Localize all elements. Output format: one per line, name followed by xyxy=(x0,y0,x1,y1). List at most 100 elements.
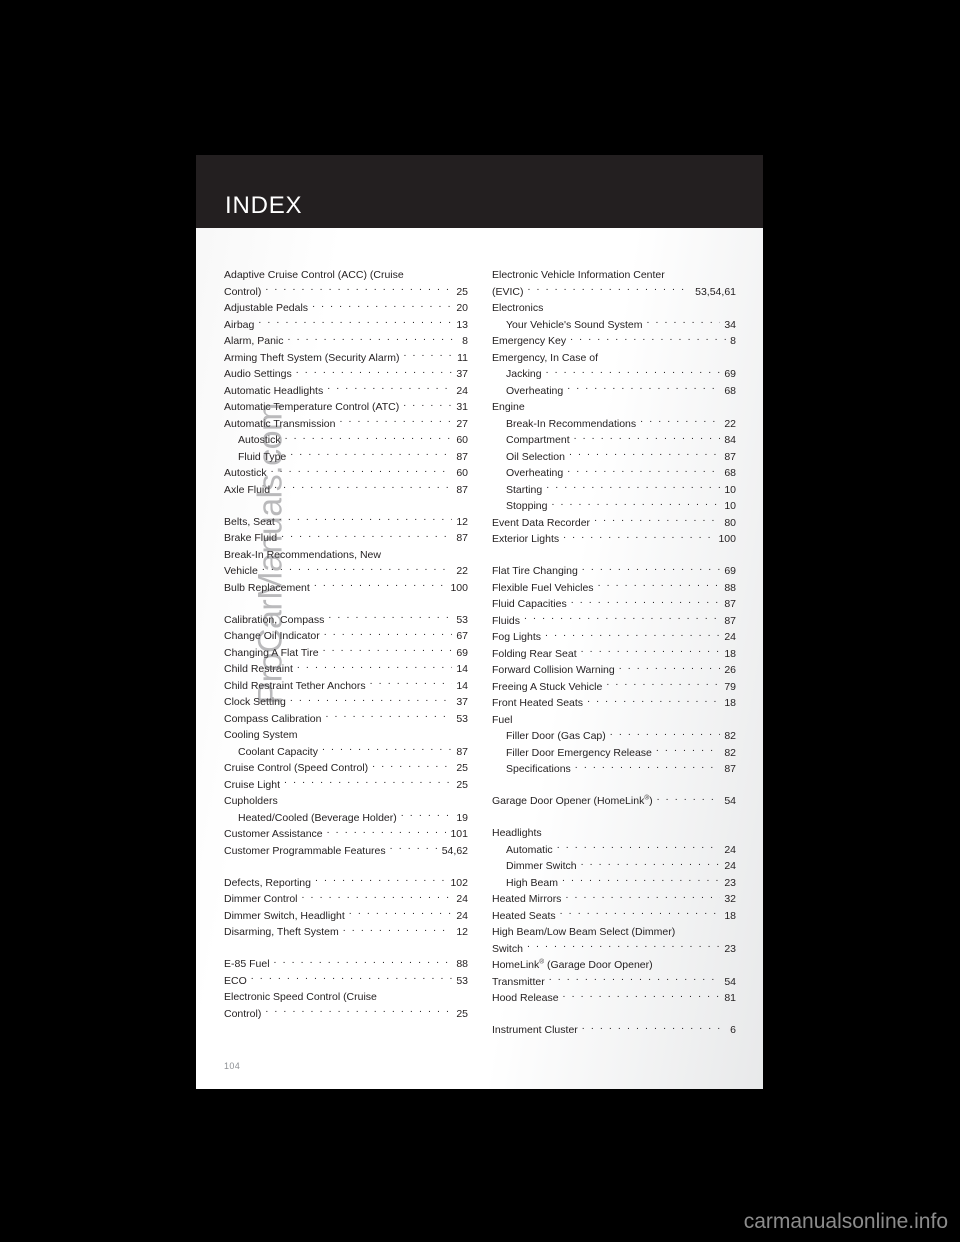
index-entry[interactable]: Control) 25 xyxy=(224,1006,468,1023)
index-entry[interactable]: Automatic Transmission 27 xyxy=(224,416,468,433)
index-entry[interactable]: Cruise Control (Speed Control) 25 xyxy=(224,760,468,777)
index-entry[interactable]: Cruise Light 25 xyxy=(224,777,468,794)
index-entry[interactable]: Child Restraint 14 xyxy=(224,661,468,678)
index-leader-dots xyxy=(656,745,720,756)
index-entry[interactable]: Emergency, In Case of xyxy=(492,350,736,367)
index-entry[interactable]: High Beam/Low Beam Select (Dimmer) xyxy=(492,924,736,941)
index-entry[interactable]: (EVIC) 53,54,61 xyxy=(492,284,736,301)
index-group-gap xyxy=(492,778,736,794)
index-entry[interactable]: Event Data Recorder 80 xyxy=(492,515,736,532)
index-entry-page: 14 xyxy=(456,663,468,675)
index-entry[interactable]: Forward Collision Warning 26 xyxy=(492,662,736,679)
index-entry[interactable]: Dimmer Switch 24 xyxy=(492,858,736,875)
index-entry-page: 26 xyxy=(724,664,736,676)
index-entry[interactable]: Specifications 87 xyxy=(492,761,736,778)
index-entry[interactable]: Compartment 84 xyxy=(492,432,736,449)
index-entry[interactable]: Cupholders xyxy=(224,793,468,810)
index-entry[interactable]: Heated Seats 18 xyxy=(492,908,736,925)
index-entry[interactable]: Audio Settings 37 xyxy=(224,366,468,383)
index-entry[interactable]: Adaptive Cruise Control (ACC) (Cruise xyxy=(224,267,468,284)
index-entry[interactable]: Compass Calibration 53 xyxy=(224,711,468,728)
index-entry[interactable]: High Beam 23 xyxy=(492,875,736,892)
index-leader-dots xyxy=(401,810,453,821)
index-entry[interactable]: Changing A Flat Tire 69 xyxy=(224,645,468,662)
index-entry[interactable]: Electronics xyxy=(492,300,736,317)
index-entry[interactable]: Headlights xyxy=(492,825,736,842)
index-entry[interactable]: Change Oil Indicator 67 xyxy=(224,628,468,645)
index-entry[interactable]: Adjustable Pedals 20 xyxy=(224,300,468,317)
index-entry[interactable]: Starting 10 xyxy=(492,482,736,499)
index-entry[interactable]: Fog Lights 24 xyxy=(492,629,736,646)
index-entry[interactable]: Overheating 68 xyxy=(492,383,736,400)
index-entry[interactable]: Break-In Recommendations, New xyxy=(224,547,468,564)
index-entry[interactable]: Switch 23 xyxy=(492,941,736,958)
index-entry[interactable]: Heated Mirrors 32 xyxy=(492,891,736,908)
index-entry[interactable]: Clock Setting 37 xyxy=(224,694,468,711)
index-entry[interactable]: Calibration, Compass 53 xyxy=(224,612,468,629)
index-entry[interactable]: Hood Release 81 xyxy=(492,990,736,1007)
index-entry[interactable]: Flat Tire Changing 69 xyxy=(492,563,736,580)
index-entry[interactable]: Engine xyxy=(492,399,736,416)
index-entry[interactable]: Dimmer Control 24 xyxy=(224,891,468,908)
index-entry[interactable]: Instrument Cluster 6 xyxy=(492,1022,736,1039)
index-entry-page: 68 xyxy=(724,384,736,397)
index-entry[interactable]: Child Restraint Tether Anchors 14 xyxy=(224,678,468,695)
index-entry[interactable]: Freeing A Stuck Vehicle 79 xyxy=(492,679,736,696)
index-entry[interactable]: Disarming, Theft System 12 xyxy=(224,924,468,941)
index-entry-page: 80 xyxy=(724,516,736,529)
index-entry[interactable]: Front Heated Seats 18 xyxy=(492,695,736,712)
index-entry[interactable]: Automatic Temperature Control (ATC) 31 xyxy=(224,399,468,416)
index-entry[interactable]: ECO 53 xyxy=(224,973,468,990)
index-entry-page: 24 xyxy=(724,860,736,872)
index-entry[interactable]: Filler Door (Gas Cap) 82 xyxy=(492,728,736,745)
index-entry[interactable]: Belts, Seat 12 xyxy=(224,514,468,531)
index-entry-label: Automatic Transmission xyxy=(224,417,336,430)
index-entry[interactable]: Fluid Capacities 87 xyxy=(492,596,736,613)
index-entry[interactable]: Fluid Type 87 xyxy=(224,449,468,466)
index-leader-dots xyxy=(290,694,452,705)
index-entry[interactable]: Automatic 24 xyxy=(492,842,736,859)
index-entry[interactable]: Exterior Lights 100 xyxy=(492,531,736,548)
index-entry[interactable]: Garage Door Opener (HomeLink®) 54 xyxy=(492,793,736,810)
index-entry[interactable]: Jacking 69 xyxy=(492,366,736,383)
index-entry[interactable]: Filler Door Emergency Release 82 xyxy=(492,745,736,762)
index-entry[interactable]: Electronic Vehicle Information Center xyxy=(492,267,736,284)
index-entry[interactable]: Fluids 87 xyxy=(492,613,736,630)
index-entry[interactable]: Brake Fluid 87 xyxy=(224,530,468,547)
index-entry[interactable]: Emergency Key 8 xyxy=(492,333,736,350)
index-entry[interactable]: Customer Assistance 101 xyxy=(224,826,468,843)
index-entry[interactable]: Bulb Replacement 100 xyxy=(224,580,468,597)
index-entry[interactable]: Oil Selection 87 xyxy=(492,449,736,466)
index-entry-label: ECO xyxy=(224,974,247,987)
index-entry[interactable]: Defects, Reporting 102 xyxy=(224,875,468,892)
index-entry-label: HomeLink® (Garage Door Opener) xyxy=(492,958,653,971)
index-entry[interactable]: Control) 25 xyxy=(224,284,468,301)
index-leader-dots xyxy=(403,399,452,410)
index-entry[interactable]: Customer Programmable Features 54,62 xyxy=(224,843,468,860)
index-entry[interactable]: Axle Fluid 87 xyxy=(224,482,468,499)
index-entry[interactable]: Arming Theft System (Security Alarm) 11 xyxy=(224,350,468,367)
index-entry[interactable]: E-85 Fuel 88 xyxy=(224,956,468,973)
index-entry[interactable]: Airbag 13 xyxy=(224,317,468,334)
index-entry[interactable]: Folding Rear Seat 18 xyxy=(492,646,736,663)
index-entry[interactable]: Automatic Headlights 24 xyxy=(224,383,468,400)
index-entry[interactable]: Flexible Fuel Vehicles 88 xyxy=(492,580,736,597)
index-entry[interactable]: HomeLink® (Garage Door Opener) xyxy=(492,957,736,974)
index-entry[interactable]: Transmitter 54 xyxy=(492,974,736,991)
index-entry[interactable]: Your Vehicle's Sound System 34 xyxy=(492,317,736,334)
index-entry-label: Switch xyxy=(492,942,523,955)
index-entry[interactable]: Fuel xyxy=(492,712,736,729)
index-entry[interactable]: Break-In Recommendations 22 xyxy=(492,416,736,433)
index-entry[interactable]: Dimmer Switch, Headlight 24 xyxy=(224,908,468,925)
index-entry[interactable]: Coolant Capacity 87 xyxy=(224,744,468,761)
index-entry[interactable]: Electronic Speed Control (Cruise xyxy=(224,989,468,1006)
index-entry[interactable]: Autostick 60 xyxy=(224,465,468,482)
index-entry[interactable]: Heated/Cooled (Beverage Holder) 19 xyxy=(224,810,468,827)
index-entry[interactable]: Autostick 60 xyxy=(224,432,468,449)
index-leader-dots xyxy=(529,399,732,410)
index-entry[interactable]: Overheating 68 xyxy=(492,465,736,482)
index-entry[interactable]: Cooling System xyxy=(224,727,468,744)
index-entry[interactable]: Alarm, Panic 8 xyxy=(224,333,468,350)
index-entry[interactable]: Stopping 10 xyxy=(492,498,736,515)
index-entry[interactable]: Vehicle 22 xyxy=(224,563,468,580)
